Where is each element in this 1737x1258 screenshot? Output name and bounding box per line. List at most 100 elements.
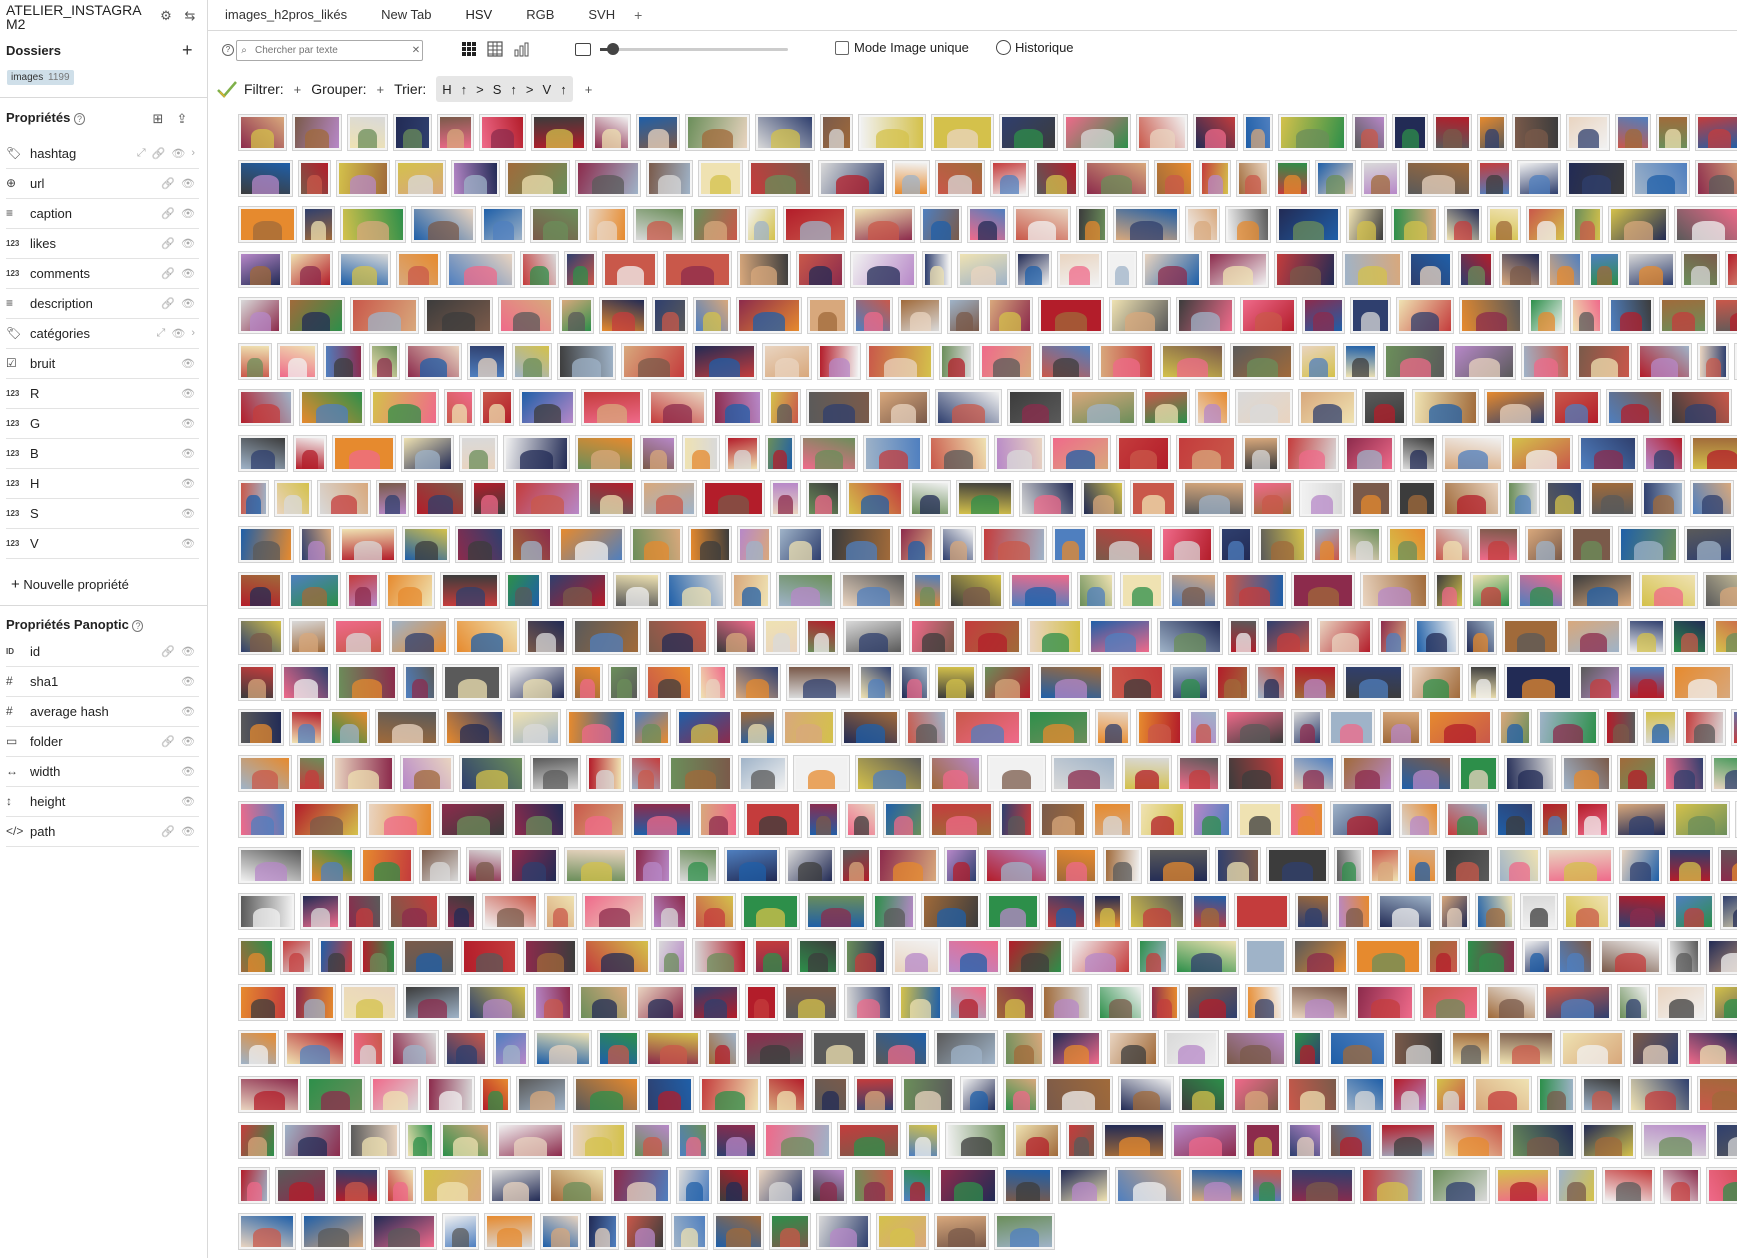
- image-thumbnail[interactable]: [806, 388, 872, 426]
- image-thumbnail[interactable]: [712, 388, 763, 426]
- image-thumbnail[interactable]: [725, 434, 760, 472]
- image-thumbnail[interactable]: [1176, 297, 1235, 335]
- image-thumbnail[interactable]: [505, 159, 570, 197]
- add-group-button[interactable]: +: [377, 82, 385, 97]
- image-thumbnail[interactable]: [1136, 709, 1183, 747]
- eye-icon[interactable]: 👁: [181, 675, 195, 688]
- image-thumbnail[interactable]: [442, 1213, 479, 1251]
- image-thumbnail[interactable]: [1179, 1075, 1227, 1113]
- image-thumbnail[interactable]: [858, 114, 926, 151]
- image-thumbnail[interactable]: [1581, 1121, 1636, 1159]
- image-thumbnail[interactable]: [1608, 205, 1669, 243]
- image-thumbnail[interactable]: [459, 434, 498, 472]
- image-thumbnail[interactable]: [999, 801, 1034, 838]
- image-thumbnail[interactable]: [1556, 1167, 1597, 1205]
- image-thumbnail[interactable]: [931, 114, 994, 151]
- image-thumbnail[interactable]: [1470, 572, 1512, 609]
- image-thumbnail[interactable]: [982, 663, 1033, 701]
- image-thumbnail[interactable]: [1473, 1075, 1532, 1113]
- image-thumbnail[interactable]: [845, 801, 878, 838]
- image-thumbnail[interactable]: [1387, 526, 1428, 564]
- property-row-b[interactable]: 123 B 👁: [6, 438, 199, 469]
- eye-icon[interactable]: 👁: [181, 825, 195, 838]
- image-thumbnail[interactable]: [1695, 159, 1737, 197]
- image-thumbnail[interactable]: [1697, 1075, 1737, 1113]
- image-thumbnail[interactable]: [948, 572, 1004, 609]
- image-thumbnail[interactable]: [1570, 297, 1603, 335]
- eye-icon[interactable]: 👁: [181, 447, 195, 460]
- image-thumbnail[interactable]: [706, 1030, 739, 1067]
- image-thumbnail[interactable]: [1464, 617, 1497, 655]
- image-thumbnail[interactable]: [1317, 617, 1373, 655]
- image-thumbnail[interactable]: [1160, 343, 1225, 380]
- image-thumbnail[interactable]: [1276, 205, 1341, 243]
- image-thumbnail[interactable]: [1557, 938, 1594, 976]
- image-thumbnail[interactable]: [1299, 480, 1345, 518]
- image-thumbnail[interactable]: [945, 1121, 1008, 1159]
- image-thumbnail[interactable]: [1236, 159, 1270, 197]
- image-thumbnail[interactable]: [1683, 709, 1726, 747]
- image-thumbnail[interactable]: [1003, 1030, 1045, 1067]
- eye-icon[interactable]: 👁: [181, 645, 195, 658]
- image-thumbnail[interactable]: [351, 1030, 385, 1067]
- image-thumbnail[interactable]: [1354, 938, 1422, 976]
- image-thumbnail[interactable]: [1232, 1075, 1281, 1113]
- image-thumbnail[interactable]: [1439, 892, 1470, 930]
- image-thumbnail[interactable]: [1517, 572, 1565, 609]
- image-thumbnail[interactable]: [1720, 892, 1737, 930]
- image-thumbnail[interactable]: [1289, 984, 1350, 1022]
- link-icon[interactable]: 🔗: [161, 237, 175, 250]
- image-thumbnail[interactable]: [866, 343, 934, 380]
- image-thumbnail[interactable]: [1560, 1030, 1625, 1067]
- image-thumbnail[interactable]: [1369, 846, 1401, 884]
- image-thumbnail[interactable]: [1504, 663, 1573, 701]
- image-thumbnail[interactable]: [921, 892, 981, 930]
- image-thumbnail[interactable]: [346, 572, 380, 609]
- image-thumbnail[interactable]: [592, 114, 631, 151]
- image-thumbnail[interactable]: [1063, 114, 1131, 151]
- image-thumbnail[interactable]: [967, 205, 1008, 243]
- image-thumbnail[interactable]: [496, 1121, 565, 1159]
- image-thumbnail[interactable]: [1102, 1121, 1166, 1159]
- image-thumbnail[interactable]: [333, 1167, 380, 1205]
- image-thumbnail[interactable]: [1007, 388, 1064, 426]
- image-thumbnail[interactable]: [489, 1167, 543, 1205]
- image-thumbnail[interactable]: [1350, 480, 1392, 518]
- image-thumbnail[interactable]: [763, 1121, 832, 1159]
- image-thumbnail[interactable]: [656, 938, 687, 976]
- image-thumbnail[interactable]: [633, 846, 672, 884]
- image-thumbnail[interactable]: [844, 984, 893, 1022]
- image-thumbnail[interactable]: [1520, 892, 1558, 930]
- image-thumbnail[interactable]: [1602, 1167, 1655, 1205]
- image-thumbnail[interactable]: [1427, 709, 1493, 747]
- image-thumbnail[interactable]: [1176, 434, 1237, 472]
- image-thumbnail[interactable]: [281, 663, 331, 701]
- image-thumbnail[interactable]: [1027, 617, 1083, 655]
- image-thumbnail[interactable]: [582, 892, 646, 930]
- image-thumbnail[interactable]: [1291, 709, 1323, 747]
- image-thumbnail[interactable]: [1450, 1030, 1492, 1067]
- image-thumbnail[interactable]: [530, 205, 581, 243]
- image-thumbnail[interactable]: [935, 159, 985, 197]
- image-thumbnail[interactable]: [1069, 938, 1132, 976]
- image-thumbnail[interactable]: [877, 388, 930, 426]
- image-thumbnail[interactable]: [581, 388, 643, 426]
- image-thumbnail[interactable]: [1669, 388, 1732, 426]
- image-thumbnail[interactable]: [1643, 709, 1678, 747]
- image-thumbnail[interactable]: [1378, 617, 1409, 655]
- image-thumbnail[interactable]: [1013, 1121, 1061, 1159]
- image-thumbnail[interactable]: [238, 938, 275, 976]
- image-thumbnail[interactable]: [939, 343, 974, 380]
- image-thumbnail[interactable]: [323, 343, 364, 380]
- image-thumbnail[interactable]: [987, 755, 1046, 793]
- image-thumbnail[interactable]: [1391, 1075, 1429, 1113]
- image-thumbnail[interactable]: [613, 572, 661, 609]
- image-thumbnail[interactable]: [1718, 846, 1737, 884]
- image-thumbnail[interactable]: [1617, 755, 1658, 793]
- image-thumbnail[interactable]: [534, 1030, 592, 1067]
- image-thumbnail[interactable]: [956, 480, 1014, 518]
- image-thumbnail[interactable]: [1477, 114, 1507, 151]
- image-thumbnail[interactable]: [338, 251, 391, 289]
- sort-key-v[interactable]: V: [543, 82, 552, 97]
- image-thumbnail[interactable]: [482, 892, 539, 930]
